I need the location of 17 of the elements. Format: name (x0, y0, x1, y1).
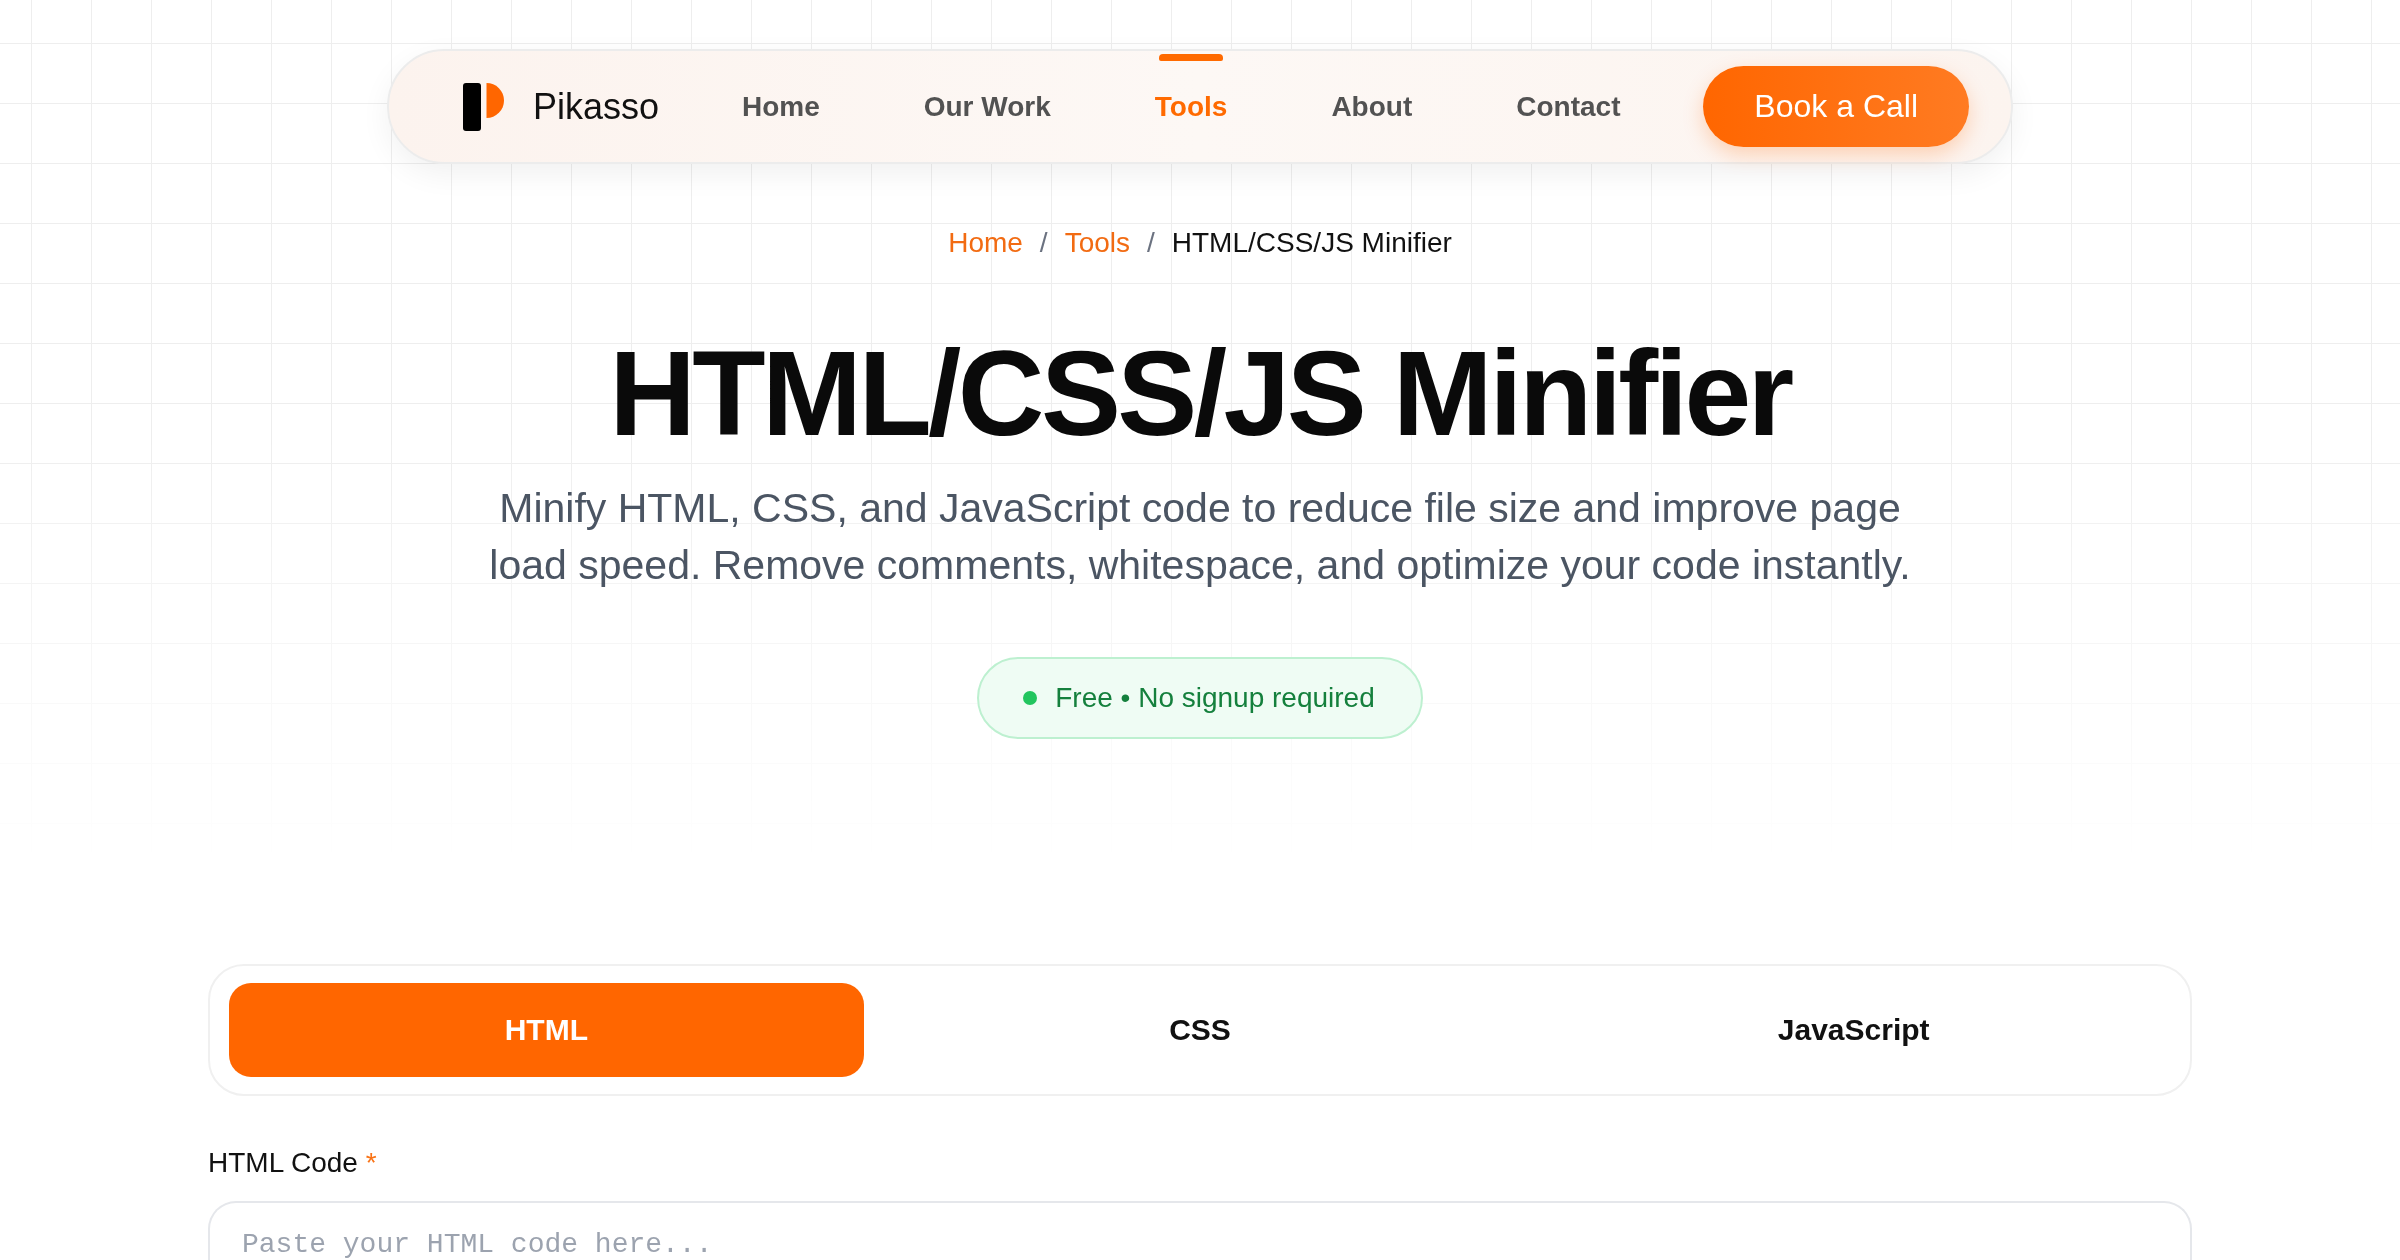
nav-link[interactable]: Our Work (923, 89, 1051, 124)
status-dot-icon (1023, 691, 1038, 705)
nav-link[interactable]: Contact (1516, 89, 1621, 124)
field-label: HTML Code * (208, 1146, 378, 1180)
logo-link[interactable]: Pikasso (463, 82, 660, 131)
nav-link[interactable]: About (1331, 89, 1413, 124)
nav-link[interactable]: Home (741, 89, 820, 124)
page-title: HTML/CSS/JS Minifier (608, 326, 1793, 460)
breadcrumb-separator: / (1147, 226, 1155, 260)
page-description: Minify HTML, CSS, and JavaScript code to reduce file size and improve page load speed. Remove comments, whitespace, and optimize your code instantly. (488, 484, 1912, 590)
breadcrumb-current-page: HTML/CSS/JS Minifier (1171, 226, 1452, 260)
code-input-field[interactable]: Paste your HTML code here... (208, 1201, 2192, 1260)
badge-text: Free • No signup required (1055, 682, 1375, 714)
tab[interactable]: JavaScript (1536, 983, 2171, 1077)
tab[interactable]: CSS (882, 983, 1518, 1077)
logo-icon (463, 82, 504, 131)
breadcrumb-separator: / (1039, 226, 1048, 260)
